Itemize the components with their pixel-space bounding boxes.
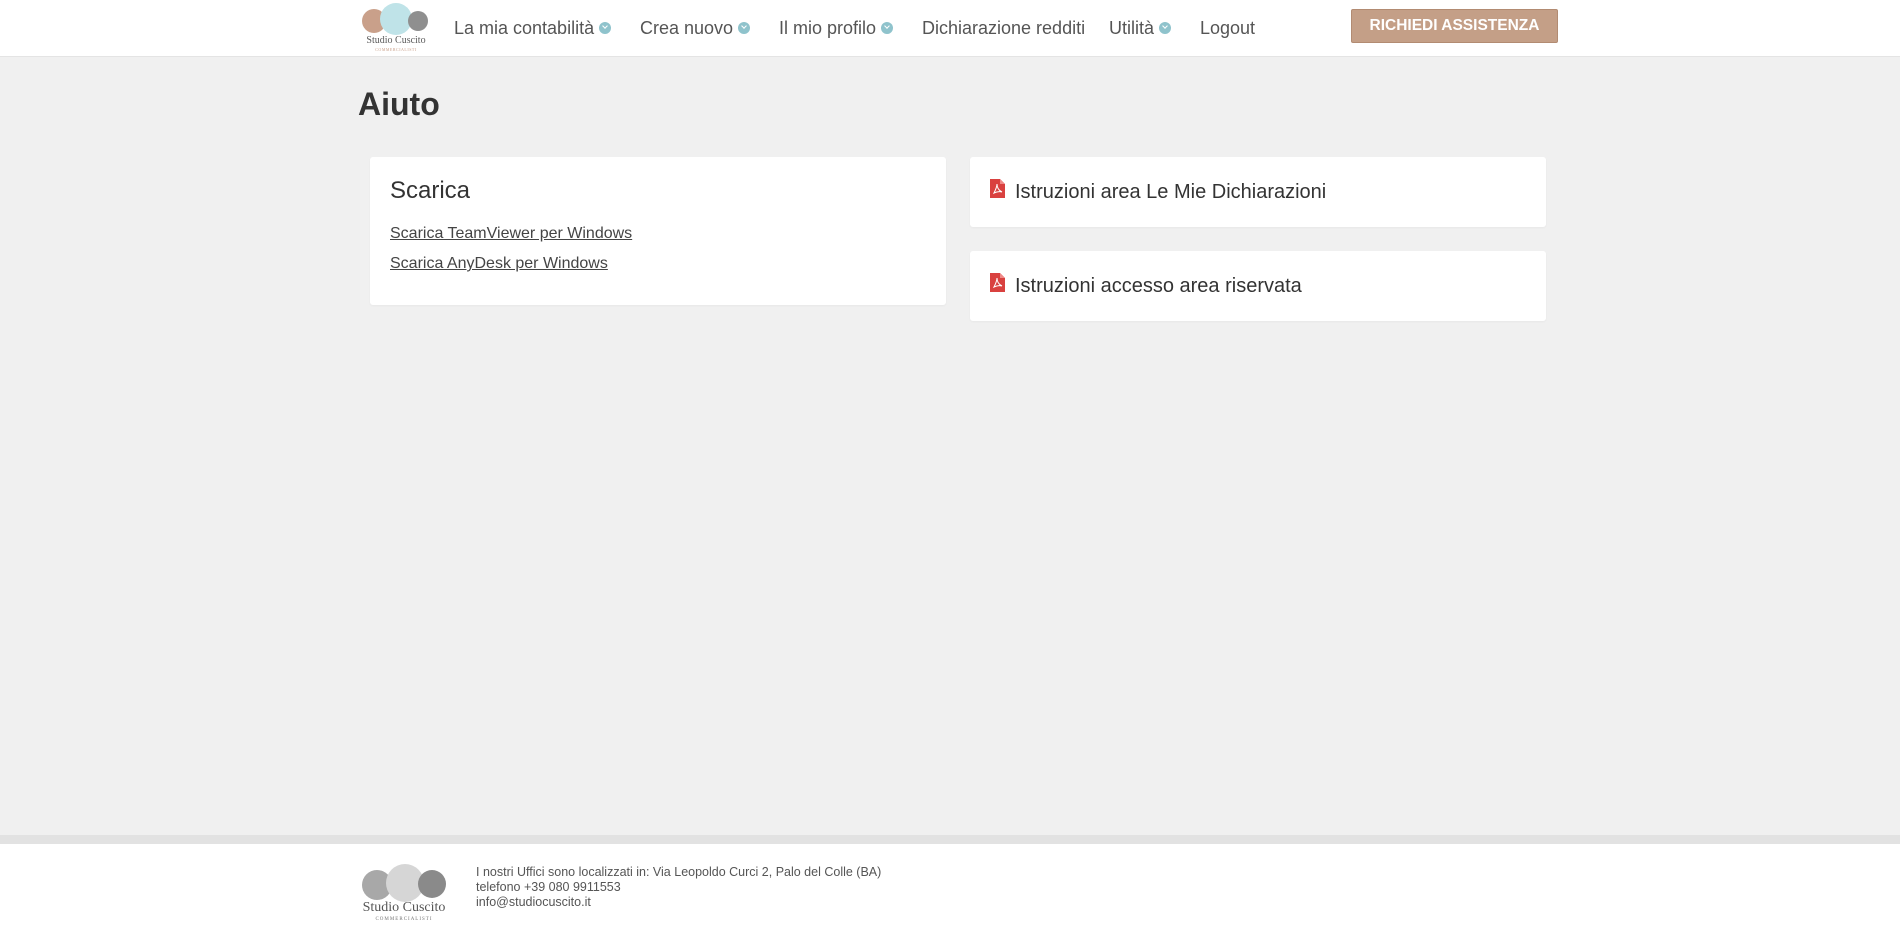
document-label: Istruzioni accesso area riservata: [1015, 275, 1302, 297]
page-title: Aiuto: [358, 86, 440, 122]
logo-subtitle: COMMERCIALISTI: [375, 47, 417, 52]
nav-label: Crea nuovo: [640, 18, 734, 38]
nav-label: Utilità: [1109, 18, 1155, 38]
document-label: Istruzioni area Le Mie Dichiarazioni: [1015, 181, 1327, 203]
footer-email: info@studiocuscito.it: [476, 895, 591, 909]
footer-address: I nostri Uffici sono localizzati in: Via…: [476, 865, 882, 879]
footer-logo: Studio Cuscito COMMERCIALISTI: [356, 864, 452, 926]
nav-label: La mia contabilità: [454, 18, 595, 38]
chevron-down-icon: [599, 21, 612, 34]
nav-label: Dichiarazione redditi: [922, 18, 1086, 38]
download-card-title: Scarica: [390, 177, 471, 204]
chevron-down-icon: [1159, 21, 1172, 34]
nav-item-utilita[interactable]: Utilità: [1109, 15, 1172, 41]
document-card-dichiarazioni[interactable]: Istruzioni area Le Mie Dichiarazioni: [970, 157, 1546, 227]
chevron-down-icon: [881, 21, 894, 34]
nav-label: Il mio profilo: [779, 18, 877, 38]
download-teamviewer-link[interactable]: Scarica TeamViewer per Windows: [390, 225, 632, 243]
nav-item-profilo[interactable]: Il mio profilo: [779, 15, 894, 41]
download-anydesk-link[interactable]: Scarica AnyDesk per Windows: [390, 255, 608, 273]
brand-logo[interactable]: Studio Cuscito COMMERCIALISTI: [358, 3, 434, 53]
nav-item-contabilita[interactable]: La mia contabilità: [454, 15, 612, 41]
nav-item-dichiarazione-redditi[interactable]: Dichiarazione redditi: [922, 15, 1085, 41]
footer-contact-info: I nostri Uffici sono localizzati in: Via…: [476, 865, 881, 910]
footer-phone: telefono +39 080 9911553: [476, 880, 621, 894]
nav-item-crea-nuovo[interactable]: Crea nuovo: [640, 15, 751, 41]
top-navbar: Studio Cuscito COMMERCIALISTI La mia con…: [0, 0, 1900, 57]
footer-logo-subtitle: COMMERCIALISTI: [375, 917, 433, 922]
footer-divider: [0, 835, 1900, 844]
logo-name: Studio Cuscito: [366, 35, 426, 46]
document-card-area-riservata[interactable]: Istruzioni accesso area riservata: [970, 251, 1546, 321]
footer: Studio Cuscito COMMERCIALISTI I nostri U…: [0, 844, 1900, 930]
logo-circles: [362, 3, 430, 35]
download-card: Scarica Scarica TeamViewer per Windows S…: [370, 157, 946, 305]
nav-label: Logout: [1200, 18, 1256, 38]
pdf-file-icon: [990, 179, 1005, 198]
pdf-file-icon: [990, 273, 1005, 292]
chevron-down-icon: [738, 21, 751, 34]
nav-item-logout[interactable]: Logout: [1200, 15, 1255, 41]
request-assistance-button[interactable]: RICHIEDI ASSISTENZA: [1351, 9, 1558, 43]
footer-logo-name: Studio Cuscito: [362, 900, 446, 915]
